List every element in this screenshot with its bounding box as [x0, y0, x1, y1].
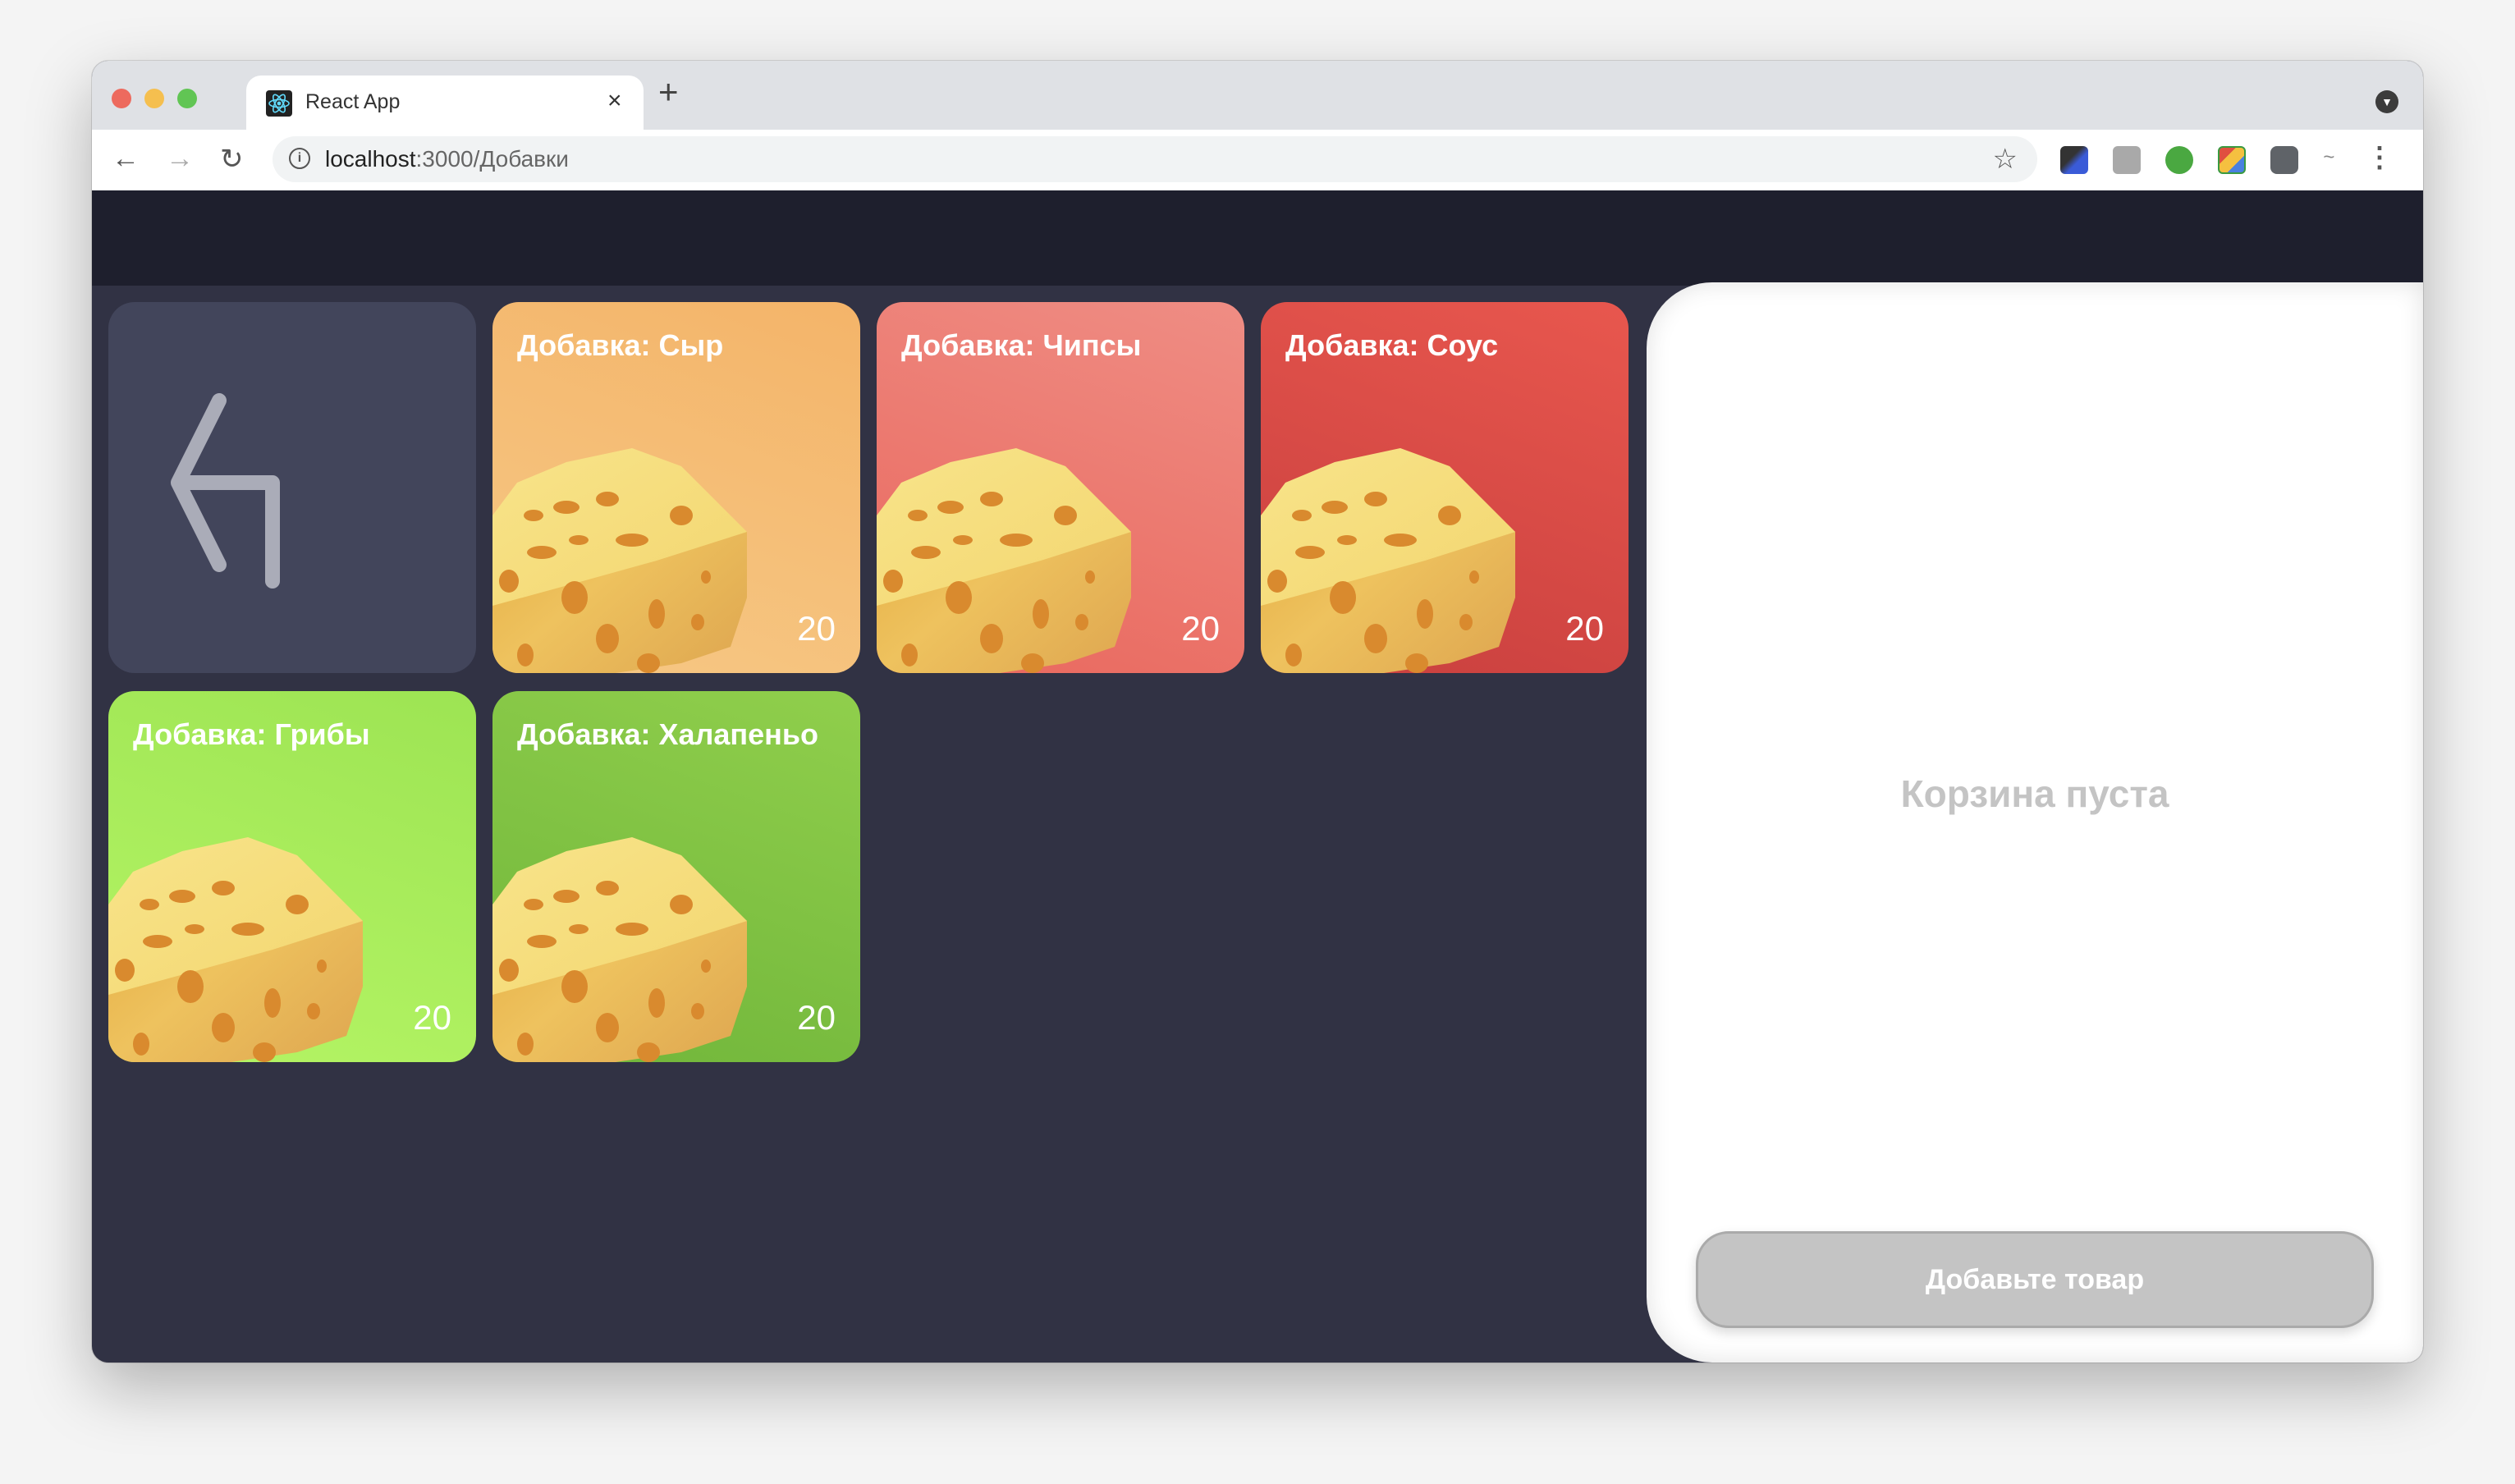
product-price: 20 — [413, 998, 451, 1037]
react-favicon — [266, 90, 292, 117]
product-price: 20 — [1565, 609, 1604, 648]
back-arrow-icon[interactable]: ← — [112, 143, 140, 175]
eyedropper-extension-icon[interactable] — [2060, 146, 2088, 174]
add-product-button[interactable]: Добавьте товар — [1696, 1231, 2374, 1328]
url-host: localhost — [325, 146, 416, 172]
url-path: :3000/Добавки — [415, 146, 569, 172]
product-card[interactable]: Добавка: Соус 20 — [1261, 302, 1629, 673]
product-title: Добавка: Соус — [1285, 328, 1499, 362]
product-card[interactable]: Добавка: Чипсы 20 — [877, 302, 1244, 673]
zoom-window-button[interactable] — [177, 89, 197, 108]
cheese-image — [877, 417, 1139, 673]
product-title: Добавка: Грибы — [133, 717, 370, 751]
cheese-image — [492, 806, 755, 1062]
product-card[interactable]: Добавка: Халапеньо 20 — [492, 691, 860, 1062]
info-icon[interactable]: i — [289, 148, 310, 169]
url-text: localhost:3000/Добавки — [325, 146, 569, 172]
product-price: 20 — [797, 609, 836, 648]
kebab-menu-icon[interactable]: ⋮ — [2366, 141, 2394, 174]
product-title: Добавка: Сыр — [517, 328, 724, 362]
browser-toolbar: ← → ↻ i localhost:3000/Добавки ☆ ~ ⋮ — [92, 130, 2423, 190]
back-button[interactable] — [108, 302, 476, 673]
reload-icon[interactable]: ↻ — [220, 143, 244, 176]
product-price: 20 — [1181, 609, 1220, 648]
plus-icon[interactable]: + — [658, 72, 679, 112]
close-icon[interactable]: × — [607, 87, 622, 115]
cheese-image — [492, 417, 755, 673]
profile-dropdown-icon[interactable]: ▼ — [2375, 90, 2398, 113]
product-card[interactable]: Добавка: Сыр 20 — [492, 302, 860, 673]
tab-react-app[interactable]: React App × — [246, 76, 644, 131]
touch-extension-icon[interactable] — [2113, 146, 2141, 174]
product-title: Добавка: Чипсы — [901, 328, 1142, 362]
cart-empty-text: Корзина пуста — [1900, 772, 2169, 815]
evernote-extension-icon[interactable] — [2165, 146, 2193, 174]
minimize-window-button[interactable] — [144, 89, 164, 108]
cheese-image — [108, 806, 371, 1062]
star-icon[interactable]: ☆ — [1993, 143, 2018, 176]
tab-bar: React App × + ▼ — [92, 61, 2423, 131]
product-price: 20 — [797, 998, 836, 1037]
puzzle-extension-icon[interactable] — [2270, 146, 2298, 174]
browser-window: React App × + ▼ ← → ↻ i localhost:3000/Д… — [92, 61, 2423, 1363]
cart-panel: Корзина пуста Добавьте товар — [1647, 282, 2423, 1363]
tab-title: React App — [305, 90, 401, 113]
app-header — [92, 190, 2423, 286]
screenshot-extension-icon[interactable] — [2218, 146, 2246, 174]
address-bar[interactable]: i localhost:3000/Добавки ☆ — [273, 136, 2037, 182]
cheese-image — [1261, 417, 1523, 673]
return-arrow-icon — [171, 393, 280, 589]
product-card[interactable]: Добавка: Грибы 20 — [108, 691, 476, 1062]
product-title: Добавка: Халапеньо — [517, 717, 819, 751]
close-window-button[interactable] — [112, 89, 131, 108]
signature-extension-icon[interactable]: ~ — [2323, 146, 2351, 174]
forward-arrow-icon[interactable]: → — [166, 143, 194, 175]
